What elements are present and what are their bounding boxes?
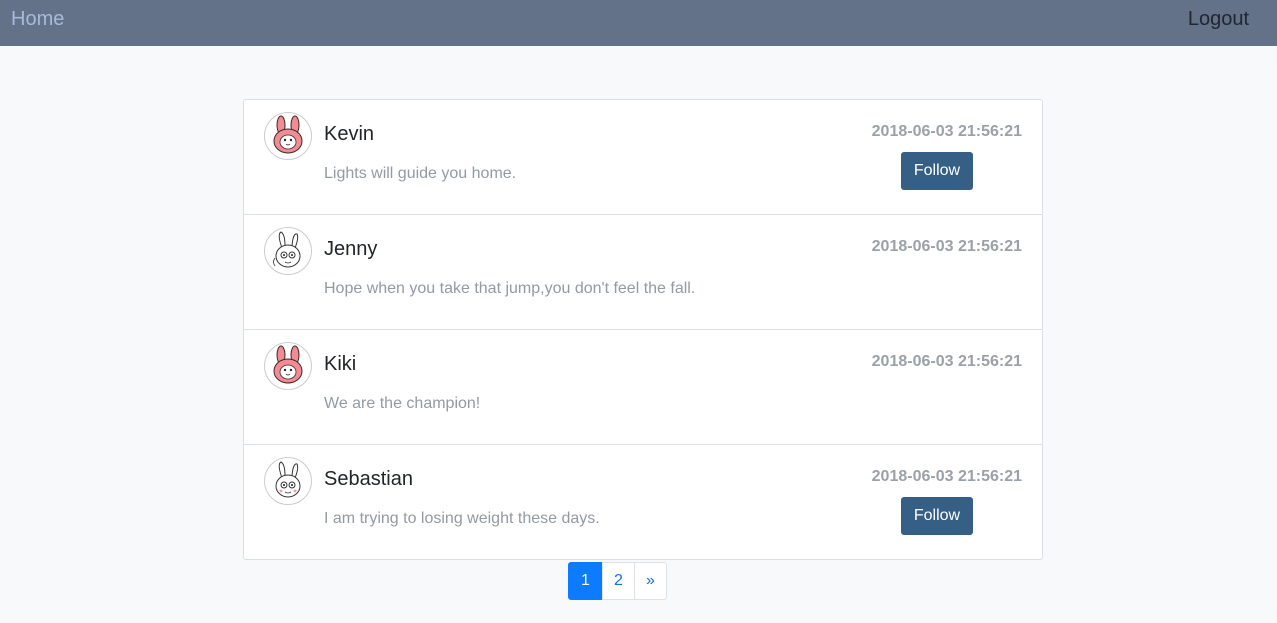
pagination: 1 2 » [568, 562, 667, 600]
home-link[interactable]: Home [11, 8, 64, 31]
white-rabbit-icon[interactable] [264, 457, 312, 505]
page-2-button[interactable]: 2 [602, 562, 635, 600]
pink-rabbit-icon[interactable] [264, 112, 312, 160]
follow-button[interactable]: Follow [901, 152, 973, 190]
follow-button[interactable]: Follow [901, 497, 973, 535]
post-list: Kevin Lights will guide you home. 2018-0… [243, 99, 1043, 560]
post-item: Jenny Hope when you take that jump,you d… [244, 215, 1042, 330]
post-message: Lights will guide you home. [324, 165, 517, 182]
page-1-button[interactable]: 1 [568, 562, 603, 600]
post-message: We are the champion! [324, 395, 481, 412]
next-page-button[interactable]: » [634, 562, 667, 600]
post-message: I am trying to losing weight these days. [324, 510, 600, 527]
top-navbar: Home Logout [0, 0, 1277, 46]
post-message: Hope when you take that jump,you don't f… [324, 280, 696, 297]
post-timestamp: 2018-06-03 21:56:21 [871, 123, 1022, 140]
post-author-name[interactable]: Kevin [324, 123, 374, 146]
post-author-name[interactable]: Sebastian [324, 468, 413, 491]
post-item: Kevin Lights will guide you home. 2018-0… [244, 100, 1042, 215]
logout-link[interactable]: Logout [1188, 8, 1249, 31]
post-author-name[interactable]: Kiki [324, 353, 356, 376]
post-item: Sebastian I am trying to losing weight t… [244, 445, 1042, 559]
post-timestamp: 2018-06-03 21:56:21 [871, 238, 1022, 255]
post-author-name[interactable]: Jenny [324, 238, 377, 261]
pink-rabbit-icon[interactable] [264, 342, 312, 390]
white-rabbit-icon[interactable] [264, 227, 312, 275]
post-timestamp: 2018-06-03 21:56:21 [871, 353, 1022, 370]
post-item: Kiki We are the champion! 2018-06-03 21:… [244, 330, 1042, 445]
post-timestamp: 2018-06-03 21:56:21 [871, 468, 1022, 485]
